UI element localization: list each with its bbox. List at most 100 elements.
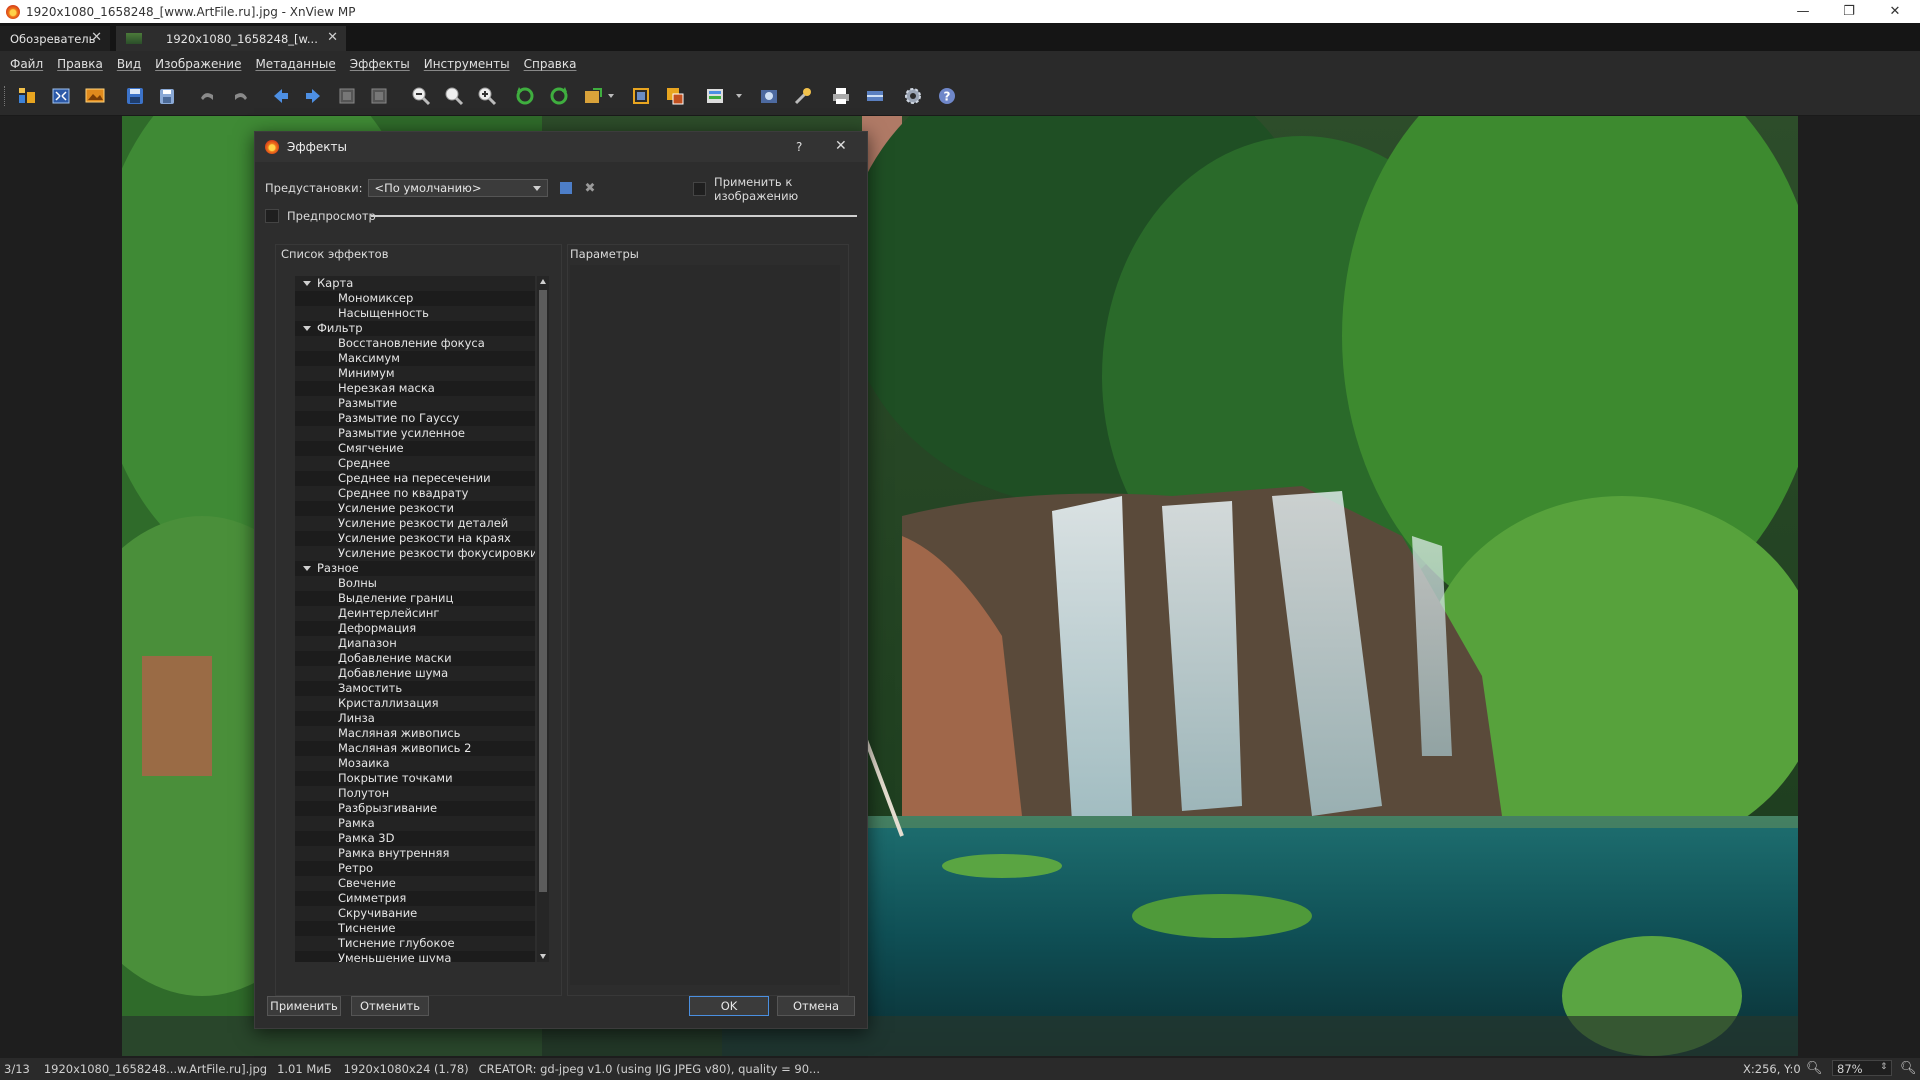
tree-item[interactable]: Масляная живопись 2 xyxy=(295,741,535,756)
tree-item[interactable]: Размытие xyxy=(295,396,535,411)
apply-button[interactable]: Применить xyxy=(267,996,341,1016)
minimize-button[interactable]: — xyxy=(1780,0,1826,23)
tree-item[interactable]: Волны xyxy=(295,576,535,591)
close-tab-icon[interactable]: ✕ xyxy=(327,30,338,45)
crop-button[interactable] xyxy=(630,85,652,107)
menu-help[interactable]: Справка xyxy=(524,57,577,71)
scroll-up-icon[interactable] xyxy=(540,279,546,284)
capture-button[interactable] xyxy=(758,85,780,107)
maximize-button[interactable]: ❐ xyxy=(1826,0,1872,23)
undo-button[interactable] xyxy=(196,85,218,107)
effects-tree[interactable]: Карта Мономиксер Насыщенность Фильтр Восстан… xyxy=(295,276,535,962)
image-button[interactable] xyxy=(84,85,106,107)
adjust-button[interactable] xyxy=(704,85,726,107)
help-button[interactable]: ? xyxy=(936,85,958,107)
transform-dropdown-icon[interactable] xyxy=(608,94,614,98)
tree-item[interactable]: Насыщенность xyxy=(295,306,535,321)
tree-item[interactable]: Линза xyxy=(295,711,535,726)
undo-button[interactable]: Отменить xyxy=(351,996,429,1016)
tree-item[interactable]: Полутон xyxy=(295,786,535,801)
tree-group[interactable]: Фильтр xyxy=(295,321,535,336)
browser-button[interactable] xyxy=(16,85,38,107)
tree-item[interactable]: Замостить xyxy=(295,681,535,696)
preview-slider[interactable] xyxy=(371,215,857,217)
scroll-thumb[interactable] xyxy=(539,290,547,892)
tree-item[interactable]: Максимум xyxy=(295,351,535,366)
tree-item[interactable]: Рамка внутренняя xyxy=(295,846,535,861)
zoom-in-icon[interactable]: 🔍︎ xyxy=(1900,1061,1917,1076)
tree-item[interactable]: Покрытие точками xyxy=(295,771,535,786)
resize-button[interactable] xyxy=(664,85,686,107)
effects-tree-scrollbar[interactable] xyxy=(537,276,549,962)
zoom-out-icon[interactable]: 🔍︎ xyxy=(1806,1061,1823,1076)
scanner-button[interactable] xyxy=(864,85,886,107)
tree-item[interactable]: Смягчение xyxy=(295,441,535,456)
menu-tools[interactable]: Инструменты xyxy=(424,57,510,71)
tree-item[interactable]: Усиление резкости xyxy=(295,501,535,516)
transform-button[interactable] xyxy=(582,85,604,107)
close-dialog-icon[interactable]: ✕ xyxy=(835,138,847,154)
scroll-down-icon[interactable] xyxy=(540,954,546,959)
tree-item[interactable]: Размытие по Гауссу xyxy=(295,411,535,426)
expand-arrow-icon[interactable] xyxy=(303,566,311,571)
tree-item[interactable]: Выделение границ xyxy=(295,591,535,606)
fullscreen-button[interactable] xyxy=(50,85,72,107)
tree-item[interactable]: Добавление шума xyxy=(295,666,535,681)
delete-preset-icon[interactable]: ✖ xyxy=(584,181,595,196)
save-as-button[interactable] xyxy=(156,85,178,107)
help-button[interactable]: ? xyxy=(796,140,802,154)
zoom-out-button[interactable] xyxy=(410,85,432,107)
expand-arrow-icon[interactable] xyxy=(303,326,311,331)
tree-item[interactable]: Мономиксер xyxy=(295,291,535,306)
zoom-in-button[interactable] xyxy=(476,85,498,107)
tree-item[interactable]: Среднее на пересечении xyxy=(295,471,535,486)
presets-dropdown[interactable]: <По умолчанию> xyxy=(368,179,549,197)
tree-item[interactable]: Размытие усиленное xyxy=(295,426,535,441)
tree-item[interactable]: Диапазон xyxy=(295,636,535,651)
adjust-dropdown-icon[interactable] xyxy=(736,94,742,98)
tree-item[interactable]: Тиснение глубокое xyxy=(295,936,535,951)
tree-item[interactable]: Усиление резкости фокусировки xyxy=(295,546,535,561)
cancel-button[interactable]: Отмена xyxy=(777,996,855,1016)
tree-item[interactable]: Восстановление фокуса xyxy=(295,336,535,351)
menu-file[interactable]: Файл xyxy=(10,57,43,71)
apply-to-image-checkbox[interactable] xyxy=(693,182,707,196)
ok-button[interactable]: OK xyxy=(689,996,769,1016)
tree-item[interactable]: Ретро xyxy=(295,861,535,876)
tree-item[interactable]: Минимум xyxy=(295,366,535,381)
next-button[interactable] xyxy=(302,85,324,107)
tree-item[interactable]: Масляная живопись xyxy=(295,726,535,741)
tree-item[interactable]: Уменьшение шума xyxy=(295,951,535,962)
dialog-title-bar[interactable]: Эффекты ? ✕ xyxy=(255,132,867,162)
tree-item[interactable]: Среднее xyxy=(295,456,535,471)
tree-group[interactable]: Карта xyxy=(295,276,535,291)
tree-item[interactable]: Мозаика xyxy=(295,756,535,771)
tree-item[interactable]: Рамка xyxy=(295,816,535,831)
rotate-right-button[interactable] xyxy=(548,85,570,107)
rotate-left-button[interactable] xyxy=(514,85,536,107)
tree-item[interactable]: Симметрия xyxy=(295,891,535,906)
first-page-button[interactable] xyxy=(336,85,358,107)
menu-image[interactable]: Изображение xyxy=(155,57,241,71)
menu-metadata[interactable]: Метаданные xyxy=(255,57,335,71)
tree-item[interactable]: Деинтерлейсинг xyxy=(295,606,535,621)
tab-browser[interactable]: Обозреватель ✕ xyxy=(0,26,110,51)
save-preset-icon[interactable] xyxy=(560,182,573,194)
expand-arrow-icon[interactable] xyxy=(303,281,311,286)
settings-button[interactable] xyxy=(902,85,924,107)
tree-item[interactable]: Рамка 3D xyxy=(295,831,535,846)
close-tab-icon[interactable]: ✕ xyxy=(91,30,102,45)
tree-item[interactable]: Усиление резкости деталей xyxy=(295,516,535,531)
previous-button[interactable] xyxy=(270,85,292,107)
menu-effects[interactable]: Эффекты xyxy=(350,57,410,71)
print-button[interactable] xyxy=(830,85,852,107)
save-button[interactable] xyxy=(124,85,146,107)
effects-button[interactable] xyxy=(792,85,814,107)
tree-item[interactable]: Среднее по квадрату xyxy=(295,486,535,501)
zoom-spin-icon[interactable]: ⇕ xyxy=(1880,1062,1888,1072)
preview-checkbox[interactable] xyxy=(265,209,279,223)
redo-button[interactable] xyxy=(230,85,252,107)
menu-view[interactable]: Вид xyxy=(117,57,141,71)
tab-image[interactable]: 1920x1080_1658248_[w... ✕ xyxy=(116,26,346,51)
toolbar-grip[interactable] xyxy=(4,86,8,106)
